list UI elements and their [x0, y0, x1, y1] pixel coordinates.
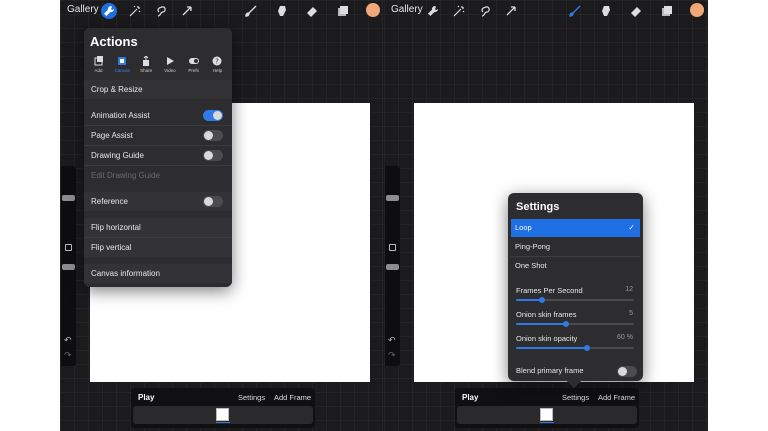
- gallery-button[interactable]: Gallery: [67, 4, 99, 15]
- loop-option[interactable]: Loop ✓: [511, 219, 640, 237]
- magic-wand-icon[interactable]: [127, 3, 143, 19]
- add-frame-button[interactable]: Add Frame: [598, 393, 635, 402]
- undo-icon[interactable]: ↶: [388, 336, 396, 345]
- color-swatch[interactable]: [690, 3, 704, 17]
- tab-canvas[interactable]: Canvas: [111, 56, 134, 76]
- magic-wand-icon[interactable]: [451, 3, 467, 19]
- top-toolbar: Gallery: [384, 0, 708, 22]
- smudge-icon[interactable]: [598, 3, 614, 19]
- selection-icon[interactable]: [153, 3, 169, 19]
- gallery-button[interactable]: Gallery: [391, 4, 423, 15]
- settings-button[interactable]: Settings: [562, 393, 589, 402]
- onion-opacity-slider-row: Onion skin opacity 60 %: [508, 334, 643, 356]
- fps-slider[interactable]: [516, 297, 634, 303]
- onion-frames-slider-row: Onion skin frames 5: [508, 310, 643, 332]
- frame-strip: [457, 406, 637, 424]
- transform-icon[interactable]: [179, 3, 195, 19]
- add-icon: [94, 56, 103, 66]
- onion-opacity-slider[interactable]: [516, 345, 634, 351]
- crop-resize-item[interactable]: Crop & Resize: [84, 80, 232, 99]
- redo-icon[interactable]: ↷: [388, 351, 396, 360]
- canvas-icon: [118, 57, 127, 65]
- current-frame-indicator: [216, 422, 230, 423]
- settings-button[interactable]: Settings: [238, 393, 265, 402]
- brush-size-slider[interactable]: [386, 195, 399, 201]
- layers-icon[interactable]: [659, 3, 675, 19]
- selection-icon[interactable]: [477, 3, 493, 19]
- fps-slider-row: Frames Per Second 12: [508, 286, 643, 308]
- undo-icon[interactable]: ↶: [64, 336, 72, 345]
- frame-strip: [133, 406, 313, 424]
- top-toolbar: Gallery: [60, 0, 384, 22]
- page-assist-toggle[interactable]: [203, 130, 223, 141]
- tab-share[interactable]: Share: [135, 56, 158, 76]
- checkmark-icon: ✓: [628, 223, 635, 232]
- video-icon: [166, 57, 174, 65]
- sidebar: ↶ ↷: [61, 166, 76, 366]
- actions-popover: Actions Add Canvas Share Video Prefs ? H…: [84, 28, 232, 287]
- add-frame-button[interactable]: Add Frame: [274, 393, 311, 402]
- layers-icon[interactable]: [335, 3, 351, 19]
- frame-thumbnail[interactable]: [540, 408, 553, 421]
- actions-title: Actions: [90, 34, 138, 49]
- color-swatch[interactable]: [366, 3, 380, 17]
- drawing-guide-item[interactable]: Drawing Guide: [84, 146, 232, 165]
- play-button[interactable]: Play: [138, 393, 154, 402]
- reference-item[interactable]: Reference: [84, 192, 232, 211]
- drawing-guide-toggle[interactable]: [203, 150, 223, 161]
- redo-icon[interactable]: ↷: [64, 351, 72, 360]
- one-shot-option[interactable]: One Shot: [511, 257, 640, 275]
- smudge-icon[interactable]: [274, 3, 290, 19]
- tab-help[interactable]: ? Help: [206, 56, 229, 76]
- brush-size-slider[interactable]: [62, 195, 75, 201]
- animation-assist-item[interactable]: Animation Assist: [84, 106, 232, 125]
- flip-vertical-item[interactable]: Flip vertical: [84, 238, 232, 257]
- tab-prefs[interactable]: Prefs: [182, 56, 205, 76]
- onion-frames-slider[interactable]: [516, 321, 634, 327]
- help-icon: ?: [212, 56, 222, 66]
- eraser-icon[interactable]: [628, 3, 644, 19]
- actions-tabs: Add Canvas Share Video Prefs ? Help: [87, 56, 229, 76]
- wrench-icon[interactable]: [425, 3, 441, 19]
- brush-icon[interactable]: [567, 3, 583, 19]
- flip-horizontal-item[interactable]: Flip horizontal: [84, 218, 232, 237]
- modify-button[interactable]: [389, 244, 396, 251]
- eraser-icon[interactable]: [304, 3, 320, 19]
- frame-thumbnail[interactable]: [216, 408, 229, 421]
- blend-primary-frame-toggle[interactable]: [617, 366, 637, 377]
- opacity-slider[interactable]: [62, 264, 75, 270]
- edit-drawing-guide-item: Edit Drawing Guide: [91, 171, 160, 180]
- tab-video[interactable]: Video: [158, 56, 181, 76]
- sidebar: ↶ ↷: [385, 166, 400, 366]
- current-frame-indicator: [540, 422, 554, 423]
- reference-toggle[interactable]: [203, 196, 223, 207]
- brush-icon[interactable]: [243, 3, 259, 19]
- share-icon: [143, 56, 150, 66]
- canvas-information-item[interactable]: Canvas information: [84, 264, 232, 283]
- animation-bar: Play Settings Add Frame: [131, 388, 315, 428]
- play-button[interactable]: Play: [462, 393, 478, 402]
- animation-assist-toggle[interactable]: [203, 110, 223, 121]
- page-assist-item[interactable]: Page Assist: [84, 126, 232, 145]
- tab-add[interactable]: Add: [87, 56, 110, 76]
- settings-title: Settings: [516, 201, 560, 213]
- transform-icon[interactable]: [503, 3, 519, 19]
- wrench-icon[interactable]: [101, 3, 117, 19]
- modify-button[interactable]: [65, 244, 72, 251]
- animation-settings-popover: Settings Loop ✓ Ping-Pong One Shot Frame…: [508, 193, 643, 389]
- svg-text:?: ?: [216, 58, 220, 66]
- ping-pong-option[interactable]: Ping-Pong: [511, 238, 640, 256]
- animation-bar: Play Settings Add Frame: [455, 388, 639, 428]
- opacity-slider[interactable]: [386, 264, 399, 270]
- prefs-icon: [188, 58, 199, 64]
